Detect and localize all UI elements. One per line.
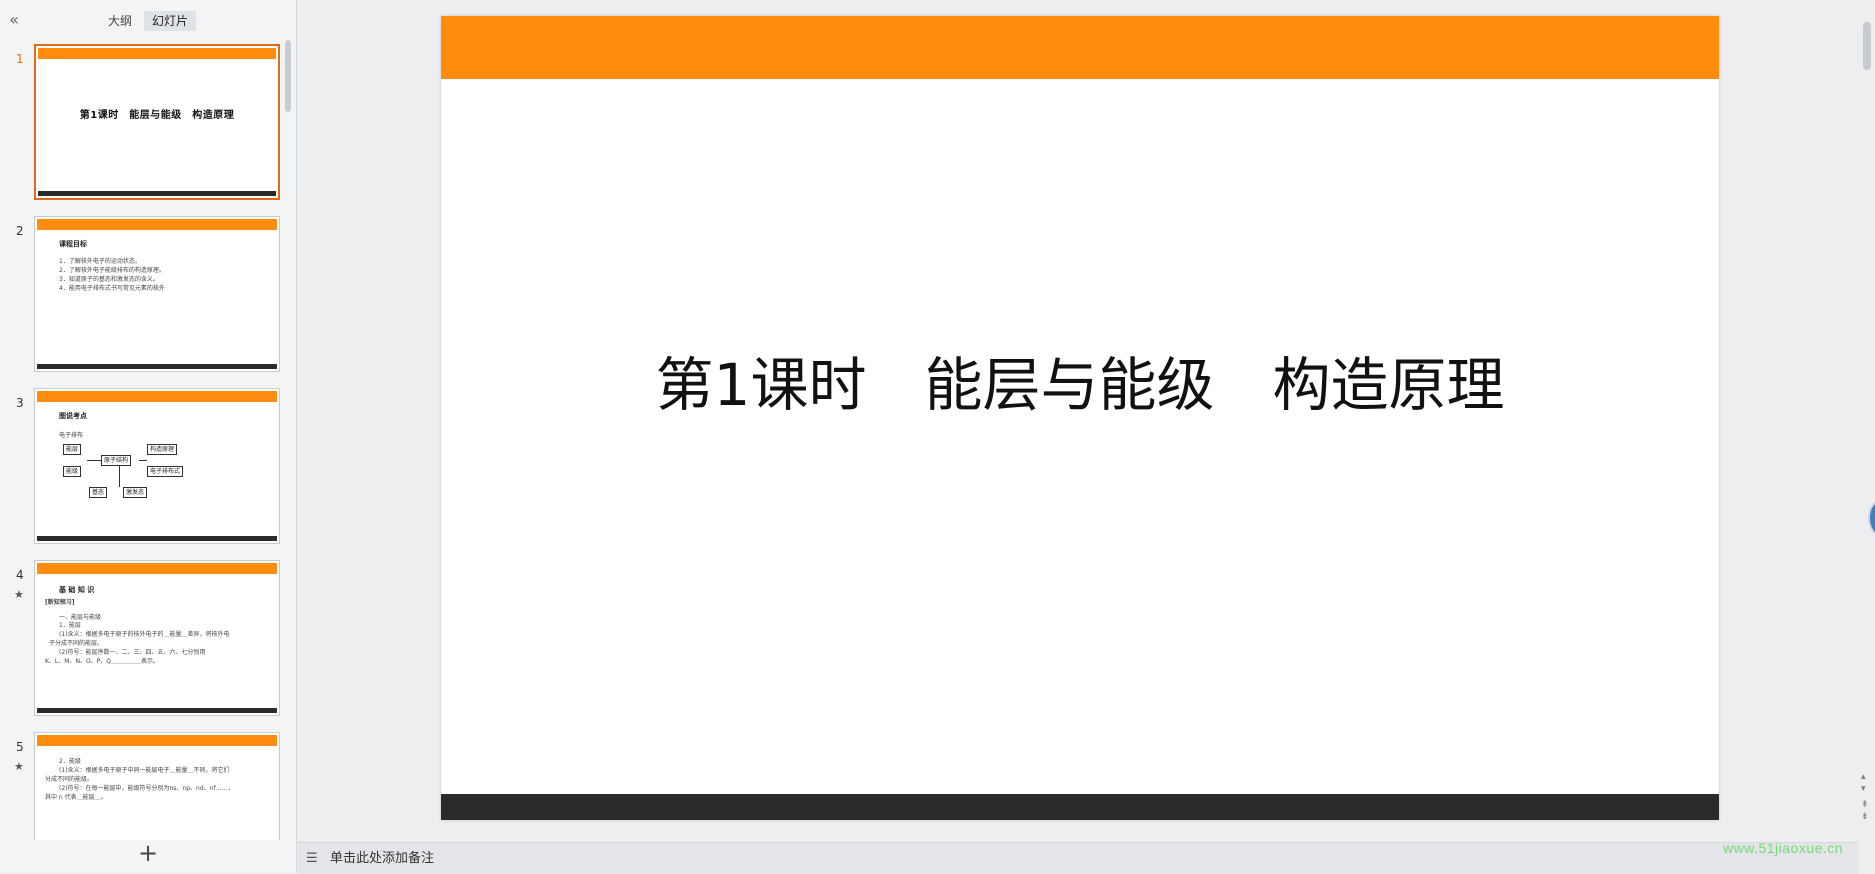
slide-thumbnail-2[interactable]: 2 课程目标 1．了解核外电子的运动状态。 2．了解核外电子能级排布的构造原理。… bbox=[0, 216, 285, 376]
slide-number: 2 bbox=[16, 224, 24, 238]
diagram-node-ground-state: 基态 bbox=[89, 487, 108, 498]
thumbnail-preview[interactable]: 第1课时 能层与能级 构造原理 bbox=[34, 44, 280, 200]
prev-slide-icon[interactable]: ⇞ bbox=[1861, 800, 1869, 810]
slide-number: 1 bbox=[16, 52, 24, 66]
thumbnail-preview[interactable]: 图说考点 电子排布 能层 能级 原子结构 构造原理 电子排布式 基态 激发态 bbox=[34, 388, 280, 544]
notes-bar[interactable]: ☰ 单击此处添加备注 bbox=[298, 842, 1858, 874]
dark-footer-bar bbox=[38, 191, 276, 196]
thumbnail-text-line: (2)符号：能层序数一、二、三、四、五、六、七分别用 bbox=[59, 649, 206, 656]
thumbnail-preview[interactable]: 基 础 知 识 [新知预习] 一、能层与能级 1．能层 (1)含义：根据多电子原… bbox=[34, 560, 280, 716]
diagram-node-configuration: 电子排布式 bbox=[147, 466, 184, 477]
diagram-node-energy-level: 能级 bbox=[63, 466, 82, 477]
thumbnail-text-line: (1)含义：根据多电子原子的核外电子的＿能量＿差异，将核外电 bbox=[59, 631, 230, 638]
thumbnail-text-line: 1．了解核外电子的运动状态。 bbox=[59, 258, 141, 265]
slide-title[interactable]: 第1课时 能层与能级 构造原理 bbox=[441, 338, 1719, 422]
thumbnail-title: 第1课时 能层与能级 构造原理 bbox=[79, 110, 235, 121]
slide-dark-footer bbox=[441, 794, 1719, 820]
thumbnail-list: 1 第1课时 能层与能级 构造原理 2 课程目标 1．了解核外电子的运动状态。 … bbox=[0, 38, 297, 840]
thumbnail-text-line: 分成不同的能级。 bbox=[45, 776, 94, 783]
add-slide-icon[interactable]: + bbox=[138, 841, 158, 865]
thumbnail-text-line: K、L、M、N、O、P、Q＿＿＿＿＿表示。 bbox=[45, 658, 160, 665]
slide-thumbnail-4[interactable]: 4 ★ 基 础 知 识 [新知预习] 一、能层与能级 1．能层 (1)含义：根据… bbox=[0, 560, 285, 720]
thumbnail-text-line: 其中 n 代表＿能层＿。 bbox=[45, 794, 107, 801]
slide-thumbnail-3[interactable]: 3 图说考点 电子排布 能层 能级 原子结构 构造原理 电子排布式 基态 激发态 bbox=[0, 388, 285, 548]
thumbnail-text-line: (2)符号：在每一能层中，能级符号分别为ns、np、nd、nf……， bbox=[59, 785, 234, 792]
slide-thumbnail-1[interactable]: 1 第1课时 能层与能级 构造原理 bbox=[0, 44, 285, 204]
notes-icon: ☰ bbox=[306, 851, 318, 866]
next-slide-icon[interactable]: ⇟ bbox=[1861, 812, 1869, 822]
orange-header-bar bbox=[37, 219, 277, 230]
thumbnail-text-line: (1)含义：根据多电子原子中同一能层电子＿能量＿不同，将它们 bbox=[59, 767, 230, 774]
slide-orange-header bbox=[441, 16, 1719, 79]
dark-footer-bar bbox=[37, 708, 277, 713]
diagram-node-atomic-structure: 原子结构 bbox=[101, 455, 132, 466]
vertical-scrollbar[interactable]: ▴ ▾ ⇞ ⇟ bbox=[1858, 0, 1875, 840]
slide-panel: « 大纲 幻灯片 1 第1课时 能层与能级 构造原理 2 课程目标 1．了解核外… bbox=[0, 0, 297, 873]
thumbnail-text-line: 2．了解核外电子能级排布的构造原理。 bbox=[59, 267, 165, 274]
diagram-caption: 电子排布 bbox=[59, 432, 84, 439]
slide-number: 4 bbox=[16, 568, 24, 582]
diagram-node-excited-state: 激发态 bbox=[123, 487, 148, 498]
current-slide[interactable]: 第1课时 能层与能级 构造原理 bbox=[441, 16, 1719, 820]
view-tabs: 大纲 幻灯片 bbox=[100, 11, 197, 31]
scrollbar-thumb[interactable] bbox=[1863, 22, 1871, 70]
thumbnail-text-line: 3．知道原子的基态和激发态的含义。 bbox=[59, 276, 159, 283]
thumbnail-text-line: 1．能层 bbox=[59, 622, 81, 629]
tab-outline[interactable]: 大纲 bbox=[100, 11, 140, 31]
slide-thumbnail-5[interactable]: 5 ★ 2．能级 (1)含义：根据多电子原子中同一能层电子＿能量＿不同，将它们 … bbox=[0, 732, 285, 840]
thumbnail-text-line: 2．能级 bbox=[59, 758, 81, 765]
thumbnail-preview[interactable]: 2．能级 (1)含义：根据多电子原子中同一能层电子＿能量＿不同，将它们 分成不同… bbox=[34, 732, 280, 840]
diagram-connector bbox=[119, 466, 120, 487]
thumbnail-text-line: 4．能用电子排布式书写常见元素的核外 bbox=[59, 285, 165, 292]
orange-header-bar bbox=[37, 735, 277, 746]
collapse-panel-icon[interactable]: « bbox=[4, 10, 24, 30]
scroll-down-icon[interactable]: ▾ bbox=[1861, 784, 1866, 794]
animation-star-icon: ★ bbox=[14, 760, 24, 773]
thumbnail-preview[interactable]: 课程目标 1．了解核外电子的运动状态。 2．了解核外电子能级排布的构造原理。 3… bbox=[34, 216, 280, 372]
slide-number: 3 bbox=[16, 396, 24, 410]
thumbnail-heading: 课程目标 bbox=[59, 240, 87, 248]
orange-header-bar bbox=[38, 48, 276, 59]
diagram-node-energy-layer: 能层 bbox=[63, 444, 82, 455]
thumbnail-text-line: 子分成不同的能层。 bbox=[49, 640, 104, 647]
diagram-connector bbox=[139, 460, 147, 461]
slide-number: 5 bbox=[16, 740, 24, 754]
thumbnail-heading: 图说考点 bbox=[59, 412, 87, 420]
scroll-up-icon[interactable]: ▴ bbox=[1861, 772, 1866, 782]
orange-header-bar bbox=[37, 563, 277, 574]
dark-footer-bar bbox=[37, 364, 277, 369]
orange-header-bar bbox=[37, 391, 277, 402]
diagram-node-aufbau: 构造原理 bbox=[147, 444, 178, 455]
tab-slides[interactable]: 幻灯片 bbox=[144, 11, 197, 31]
animation-star-icon: ★ bbox=[14, 588, 24, 601]
dark-footer-bar bbox=[37, 536, 277, 541]
thumbnail-heading: 基 础 知 识 bbox=[59, 586, 95, 594]
diagram-connector bbox=[87, 460, 101, 461]
watermark: www.51jiaoxue.cn bbox=[1723, 840, 1844, 856]
slide-canvas: 第1课时 能层与能级 构造原理 bbox=[298, 0, 1858, 840]
notes-placeholder[interactable]: 单击此处添加备注 bbox=[330, 849, 434, 869]
thumbnail-subheading: [新知预习] bbox=[45, 599, 75, 606]
